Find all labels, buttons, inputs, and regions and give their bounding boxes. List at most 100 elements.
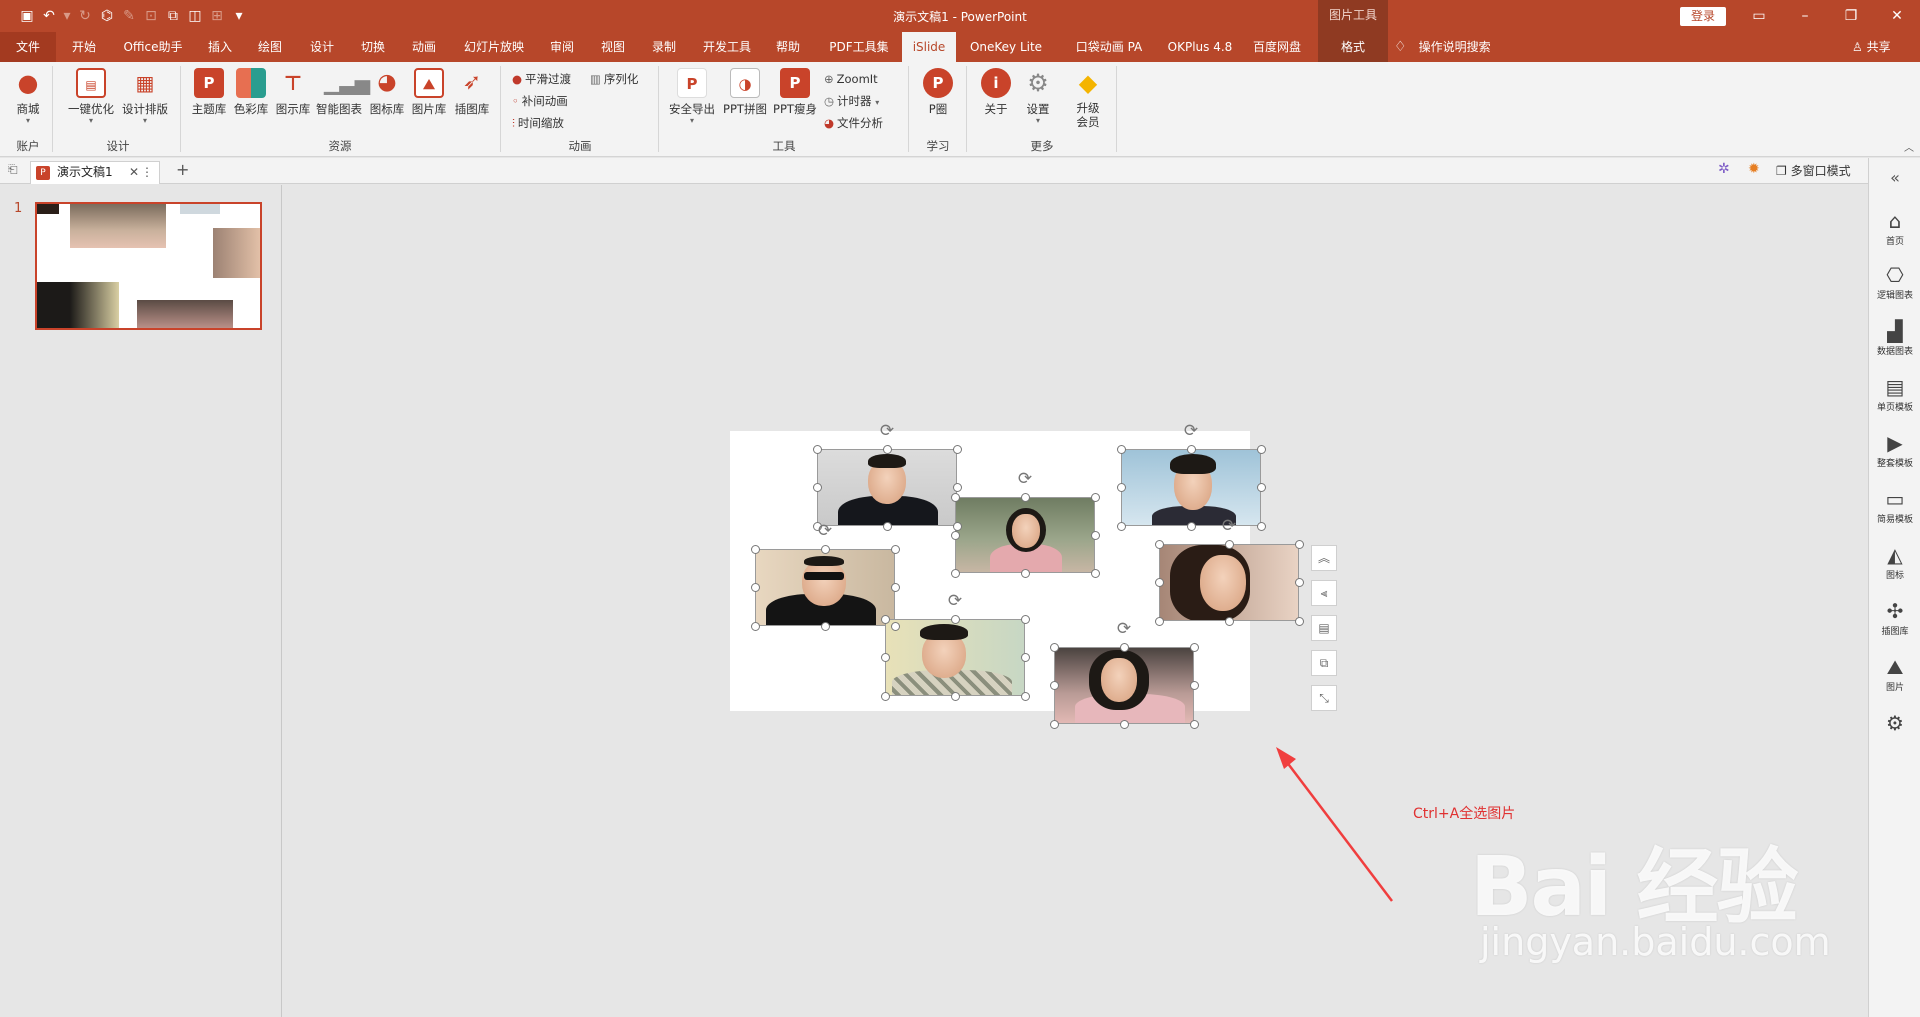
sidebar-item-logic-chart[interactable]: ⎔ 逻辑图表 <box>1869 262 1920 301</box>
resize-handle[interactable] <box>1049 681 1059 690</box>
resize-handle[interactable] <box>1154 578 1164 587</box>
sidebar-item-images[interactable]: ⛰ 图片 <box>1869 654 1920 693</box>
selected-photo-woman-pink[interactable] <box>955 497 1095 573</box>
resize-handle[interactable] <box>1189 719 1199 729</box>
resize-handle[interactable] <box>1224 616 1234 626</box>
selected-photo-woman-lace[interactable] <box>1054 647 1194 724</box>
selected-photo-man-laughing[interactable] <box>885 619 1025 696</box>
plugin-icon[interactable]: ✹ <box>1748 161 1760 177</box>
selected-photo-man-sunglasses[interactable] <box>755 549 895 626</box>
resize-handle[interactable] <box>950 691 960 701</box>
brush-icon[interactable]: ✎ <box>118 8 140 24</box>
tab-list-icon[interactable]: ⎗ <box>8 162 18 177</box>
tab-review[interactable]: 审阅 <box>542 32 582 62</box>
resize-handle[interactable] <box>1186 521 1196 531</box>
tab-okplus[interactable]: OKPlus 4.8 <box>1162 32 1238 62</box>
sidebar-item-simple-template[interactable]: ▭ 简易模板 <box>1869 486 1920 525</box>
tab-islide[interactable]: iSlide <box>902 32 956 62</box>
resize-handle[interactable] <box>1020 653 1030 662</box>
resize-handle[interactable] <box>952 483 962 492</box>
sidebar-item-illustrations[interactable]: ✣ 插图库 <box>1869 598 1920 637</box>
resize-handle[interactable] <box>1119 642 1129 652</box>
selected-photo-woman-smiling[interactable] <box>1159 544 1299 621</box>
restore-button[interactable]: ❐ <box>1828 0 1874 32</box>
tab-slideshow[interactable]: 幻灯片放映 <box>456 32 532 62</box>
resize-handle[interactable] <box>1049 719 1059 729</box>
serialize-button[interactable]: ▥ 序列化 <box>590 70 638 88</box>
resize-handle[interactable] <box>952 444 962 454</box>
resize-handle[interactable] <box>750 583 760 592</box>
bring-forward-icon[interactable]: ︽ <box>1311 545 1337 571</box>
resize-handle[interactable] <box>890 583 900 592</box>
resize-handle[interactable] <box>1090 530 1100 540</box>
group-icon[interactable]: ⧉ <box>162 8 184 24</box>
tab-developer[interactable]: 开发工具 <box>696 32 758 62</box>
tab-transitions[interactable]: 切换 <box>353 32 393 62</box>
settings-button[interactable]: ⚙ 设置 ▾ <box>1018 68 1058 125</box>
resize-handle[interactable] <box>880 653 890 662</box>
undo-icon[interactable]: ↶ <box>38 8 60 24</box>
resize-handle[interactable] <box>1020 614 1030 624</box>
resize-handle[interactable] <box>820 621 830 631</box>
zoomit-button[interactable]: ⊕ ZoomIt <box>824 70 878 88</box>
diagram-library-button[interactable]: ⊤ 图示库 <box>274 68 312 117</box>
resize-handle[interactable] <box>1090 568 1100 578</box>
smooth-transition-button[interactable]: ● 平滑过渡 <box>512 70 571 88</box>
arrange-icon[interactable]: ⧉ <box>1311 650 1337 676</box>
selected-photo-man-suit[interactable] <box>817 449 957 526</box>
resize-handle[interactable] <box>750 621 760 631</box>
customize-icon[interactable]: ▾ <box>228 8 250 24</box>
resize-handle[interactable] <box>750 544 760 554</box>
tween-animation-button[interactable]: ◦ 补间动画 <box>512 92 568 110</box>
resize-handle[interactable] <box>1224 539 1234 549</box>
resize-handle[interactable] <box>1294 539 1304 549</box>
rotate-handle-icon[interactable]: ⟳ <box>1181 421 1201 441</box>
upgrade-member-button[interactable]: ◆ 升级会员 <box>1068 68 1108 129</box>
rotate-handle-icon[interactable]: ⟳ <box>877 421 897 441</box>
image-library-button[interactable]: ⛰ 图片库 <box>410 68 448 117</box>
sidebar-settings[interactable]: ⚙ <box>1869 710 1920 736</box>
tab-animations[interactable]: 动画 <box>404 32 444 62</box>
tab-home[interactable]: 开始 <box>62 32 106 62</box>
sidebar-item-icons[interactable]: ◭ 图标 <box>1869 542 1920 581</box>
save-icon[interactable]: ▣ <box>16 8 38 24</box>
align-left-icon[interactable]: ⫷ <box>1311 580 1337 606</box>
collapse-ribbon-icon[interactable]: ︿ <box>1904 139 1914 154</box>
sidebar-item-data-chart[interactable]: ▟ 数据图表 <box>1869 318 1920 357</box>
tab-record[interactable]: 录制 <box>644 32 684 62</box>
tab-onekey-lite[interactable]: OneKey Lite <box>964 32 1048 62</box>
tab-help[interactable]: 帮助 <box>768 32 808 62</box>
time-scale-button[interactable]: ⫶ 时间缩放 <box>512 114 564 132</box>
resize-handle[interactable] <box>1256 521 1266 531</box>
resize-handle[interactable] <box>1256 483 1266 492</box>
rotate-handle-icon[interactable]: ⟳ <box>945 591 965 611</box>
share-button[interactable]: ♙ 共享 <box>1852 32 1891 62</box>
timer-button[interactable]: ◷ 计时器 ▾ <box>824 92 879 110</box>
file-analysis-button[interactable]: ◕ 文件分析 <box>824 114 883 132</box>
tab-draw[interactable]: 绘图 <box>250 32 290 62</box>
resize-handle[interactable] <box>1294 578 1304 587</box>
tab-file[interactable]: 文件 <box>0 32 56 62</box>
arrange-icon[interactable]: ◫ <box>184 8 206 24</box>
resize-handle[interactable] <box>1090 492 1100 502</box>
sparkle-icon[interactable]: ✲ <box>1718 161 1730 177</box>
resize-handle[interactable] <box>820 544 830 554</box>
sidebar-item-full-template[interactable]: ▶ 整套模板 <box>1869 430 1920 469</box>
slide-editing-canvas[interactable] <box>283 185 1868 1017</box>
sidebar-item-home[interactable]: ⌂ 首页 <box>1869 208 1920 247</box>
resize-handle[interactable] <box>1116 521 1126 531</box>
resize-handle[interactable] <box>950 568 960 578</box>
close-button[interactable]: ✕ <box>1874 0 1920 32</box>
slide-thumbnail[interactable] <box>35 202 262 330</box>
rotate-handle-icon[interactable]: ⟳ <box>815 521 835 541</box>
mall-button[interactable]: ● 商城 ▾ <box>10 68 46 125</box>
rotate-handle-icon[interactable]: ⟳ <box>1114 619 1134 639</box>
new-tab-button[interactable]: + <box>176 160 189 179</box>
login-button[interactable]: 登录 <box>1680 7 1726 26</box>
redo-icon[interactable]: ▾ <box>60 8 74 24</box>
resize-handle[interactable] <box>950 614 960 624</box>
tab-office-assistant[interactable]: Office助手 <box>116 32 190 62</box>
resize-handle[interactable] <box>1020 568 1030 578</box>
resize-handle[interactable] <box>882 521 892 531</box>
ppt-collage-button[interactable]: ◑ PPT拼图 <box>720 68 770 117</box>
